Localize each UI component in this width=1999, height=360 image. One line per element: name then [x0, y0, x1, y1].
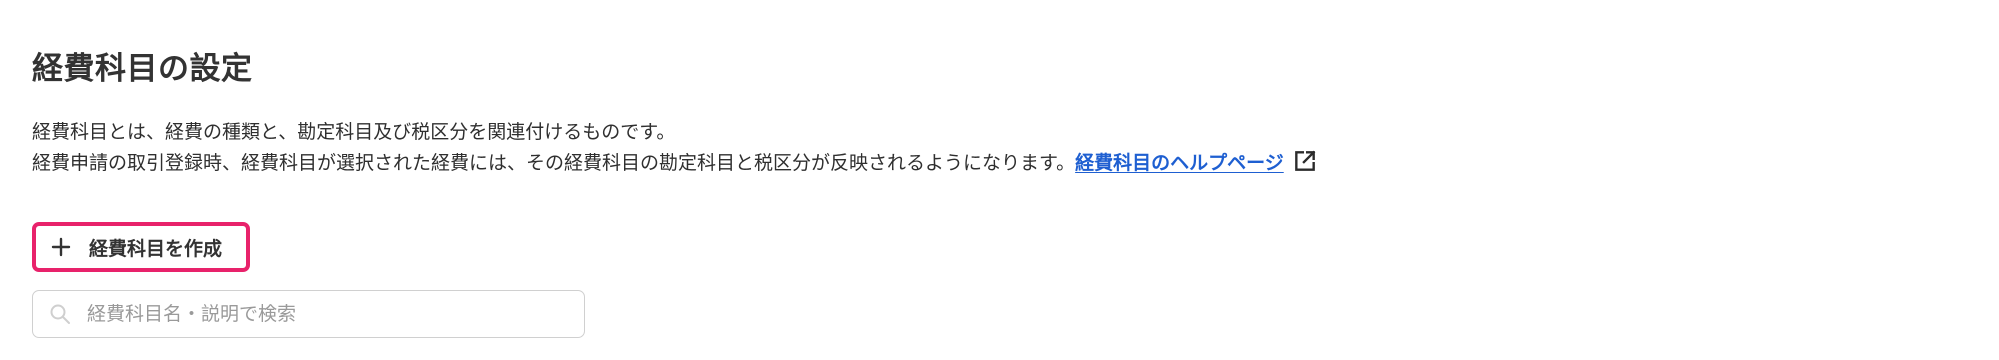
external-link-icon[interactable]	[1292, 148, 1318, 174]
description-line-1: 経費科目とは、経費の種類と、勘定科目及び税区分を関連付けるものです。	[32, 121, 676, 143]
description-line-2: 経費申請の取引登録時、経費科目が選択された経費には、その経費科目の勘定科目と税区…	[32, 148, 1318, 179]
plus-icon	[51, 237, 71, 257]
help-page-link[interactable]: 経費科目のヘルプページ	[1075, 152, 1284, 174]
search-field[interactable]	[32, 290, 585, 338]
page-description: 経費科目とは、経費の種類と、勘定科目及び税区分を関連付けるものです。 経費申請の…	[32, 117, 1318, 179]
search-icon	[50, 304, 70, 324]
expense-settings-page: 経費科目の設定 経費科目とは、経費の種類と、勘定科目及び税区分を関連付けるもので…	[0, 0, 1999, 360]
description-line-2-text: 経費申請の取引登録時、経費科目が選択された経費には、その経費科目の勘定科目と税区…	[32, 152, 1076, 174]
create-expense-item-button[interactable]: 経費科目を作成	[32, 222, 250, 272]
page-title: 経費科目の設定	[32, 51, 253, 87]
search-input[interactable]	[87, 303, 557, 325]
create-button-label: 経費科目を作成	[89, 237, 223, 260]
